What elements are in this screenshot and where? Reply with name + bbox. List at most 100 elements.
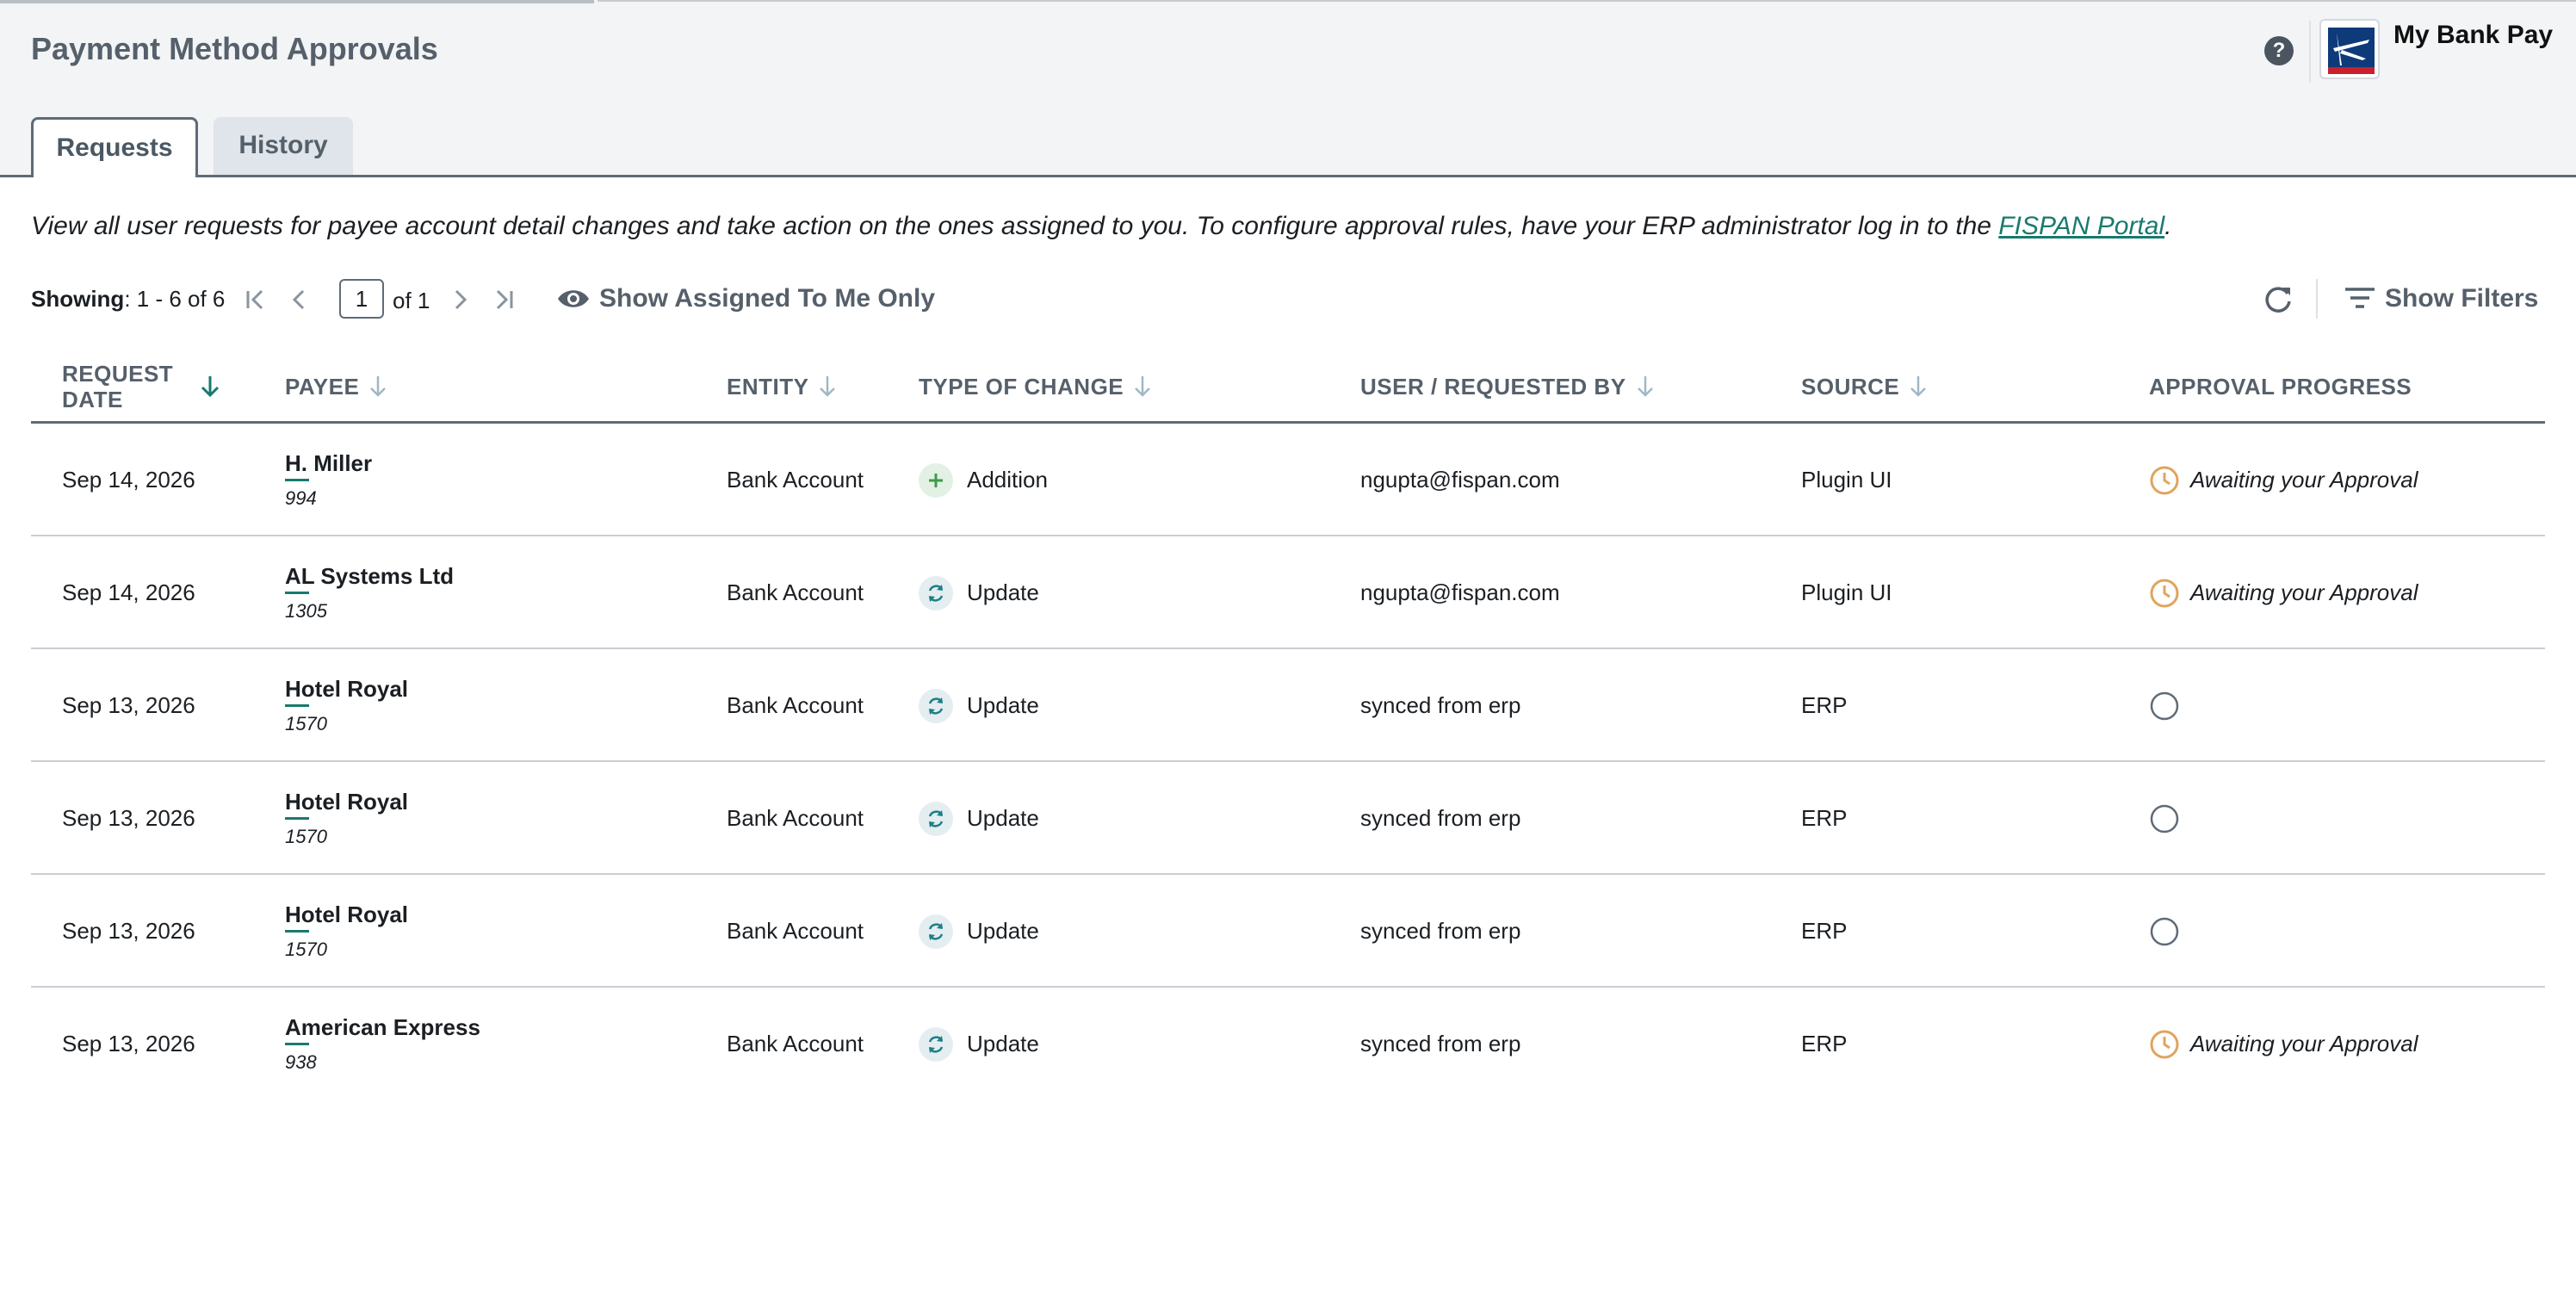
payee-name[interactable]: American Express: [285, 1014, 480, 1045]
sort-down-active-icon: [201, 376, 220, 398]
payee-name[interactable]: H. Miller: [285, 450, 372, 481]
payee-id: 994: [285, 487, 317, 509]
first-page-icon[interactable]: [241, 284, 272, 315]
source: ERP: [1801, 918, 1848, 944]
entity: Bank Account: [727, 692, 864, 718]
request-date: Sep 14, 2026: [62, 467, 195, 493]
sort-down-icon: [820, 376, 836, 397]
payee-name[interactable]: Hotel Royal: [285, 676, 408, 707]
sort-down-icon: [370, 376, 387, 397]
entity: Bank Account: [727, 918, 864, 944]
show-assigned-label: Show Assigned To Me Only: [599, 284, 936, 313]
column-header-source[interactable]: SOURCE: [1801, 350, 1929, 424]
payee-name[interactable]: Hotel Royal: [285, 789, 408, 820]
refresh-icon: [919, 575, 953, 610]
table-row[interactable]: Sep 13, 2026 Hotel Royal 1570 Bank Account U…: [31, 875, 2545, 988]
fispan-portal-link[interactable]: FISPAN Portal: [1998, 212, 2164, 240]
refresh-icon[interactable]: [2261, 282, 2295, 317]
request-date: Sep 13, 2026: [62, 692, 195, 718]
toolbar-divider: [2316, 279, 2318, 319]
requested-by: synced from erp: [1360, 805, 1521, 831]
payee-id: 938: [285, 1051, 317, 1073]
tab-requests[interactable]: Requests: [31, 117, 198, 180]
refresh-icon: [919, 801, 953, 836]
entity: Bank Account: [727, 805, 864, 831]
type-of-change: Update: [919, 762, 1039, 875]
source: Plugin UI: [1801, 467, 1892, 493]
payee-cell: H. Miller 994: [285, 424, 372, 536]
plus-icon: [919, 462, 953, 498]
refresh-icon: [919, 1026, 953, 1062]
sort-down-icon: [1637, 376, 1653, 397]
table-row[interactable]: Sep 14, 2026 H. Miller 994 Bank Account Addi…: [31, 424, 2545, 536]
payee-id: 1570: [285, 939, 327, 960]
request-date: Sep 13, 2026: [62, 1031, 195, 1056]
bank-logo-icon: [2319, 19, 2380, 79]
payee-cell: Hotel Royal 1570: [285, 762, 408, 875]
approval-progress: [2149, 762, 2190, 875]
requested-by: synced from erp: [1360, 918, 1521, 944]
change-label: Update: [967, 1031, 1039, 1056]
entity: Bank Account: [727, 579, 864, 605]
approval-progress: [2149, 649, 2190, 762]
payee-cell: Hotel Royal 1570: [285, 875, 408, 988]
type-of-change: Update: [919, 649, 1039, 762]
page-total: of 1: [393, 288, 430, 313]
payee-id: 1570: [285, 713, 327, 734]
last-page-icon[interactable]: [487, 284, 518, 315]
column-header-payee[interactable]: PAYEE: [285, 350, 388, 424]
sort-down-icon: [1910, 376, 1927, 397]
question-circle-icon[interactable]: ?: [2264, 36, 2294, 65]
description-suffix: .: [2164, 212, 2172, 240]
eye-icon: [558, 290, 589, 307]
top-bar: Payment Method Approvals ? My Bank Pay R…: [0, 0, 2576, 180]
table-row[interactable]: Sep 13, 2026 Hotel Royal 1570 Bank Account U…: [31, 649, 2545, 762]
clock-icon: [2150, 1030, 2179, 1058]
change-label: Update: [967, 805, 1039, 831]
type-of-change: Addition: [919, 424, 1048, 536]
page-description: View all user requests for payee account…: [31, 212, 2171, 241]
show-filters-label: Show Filters: [2385, 284, 2539, 313]
column-header-requested-by[interactable]: USER / REQUESTED BY: [1360, 350, 1656, 424]
brand-divider: [2309, 21, 2311, 83]
column-label: SOURCE: [1801, 374, 1900, 400]
payee-id: 1305: [285, 600, 327, 622]
column-label: USER / REQUESTED BY: [1360, 374, 1626, 400]
requested-by: ngupta@fispan.com: [1360, 579, 1560, 605]
table-row[interactable]: Sep 14, 2026 AL Systems Ltd 1305 Bank Accou…: [31, 536, 2545, 649]
entity: Bank Account: [727, 1031, 864, 1056]
showing-range: : 1 - 6 of 6: [124, 286, 226, 312]
column-header-type-of-change[interactable]: TYPE OF CHANGE: [919, 350, 1153, 424]
table-row[interactable]: Sep 13, 2026 American Express 938 Bank Acco…: [31, 988, 2545, 1100]
prev-page-icon[interactable]: [284, 284, 315, 315]
page-number-input[interactable]: 1: [339, 279, 384, 319]
column-label: APPROVAL PROGRESS: [2149, 374, 2412, 400]
table-row[interactable]: Sep 13, 2026 Hotel Royal 1570 Bank Account U…: [31, 762, 2545, 875]
approval-status: Awaiting your Approval: [2190, 579, 2418, 605]
empty-circle-icon: [2150, 691, 2179, 720]
tabs-divider: [0, 175, 2576, 177]
payee-name[interactable]: AL Systems Ltd: [285, 563, 454, 594]
page-title: Payment Method Approvals: [31, 31, 438, 66]
column-label: ENTITY: [727, 374, 809, 400]
next-page-icon[interactable]: [444, 284, 475, 315]
column-label: TYPE OF CHANGE: [919, 374, 1124, 400]
source: ERP: [1801, 1031, 1848, 1056]
requested-by: synced from erp: [1360, 692, 1521, 718]
source: ERP: [1801, 692, 1848, 718]
change-label: Update: [967, 692, 1039, 718]
payee-cell: Hotel Royal 1570: [285, 649, 408, 762]
column-header-entity[interactable]: ENTITY: [727, 350, 838, 424]
type-of-change: Update: [919, 988, 1039, 1100]
request-date: Sep 13, 2026: [62, 918, 195, 944]
payee-cell: AL Systems Ltd 1305: [285, 536, 454, 649]
payee-name[interactable]: Hotel Royal: [285, 902, 408, 933]
type-of-change: Update: [919, 875, 1039, 988]
refresh-icon: [919, 914, 953, 949]
request-date: Sep 13, 2026: [62, 805, 195, 831]
column-header-request-date[interactable]: REQUEST DATE: [62, 350, 251, 424]
table-header: REQUEST DATE PAYEE ENTITY TYPE OF CHANGE…: [31, 350, 2545, 424]
showing-count: Showing: 1 - 6 of 6: [31, 286, 225, 313]
tab-history[interactable]: History: [214, 117, 353, 175]
change-label: Update: [967, 579, 1039, 605]
